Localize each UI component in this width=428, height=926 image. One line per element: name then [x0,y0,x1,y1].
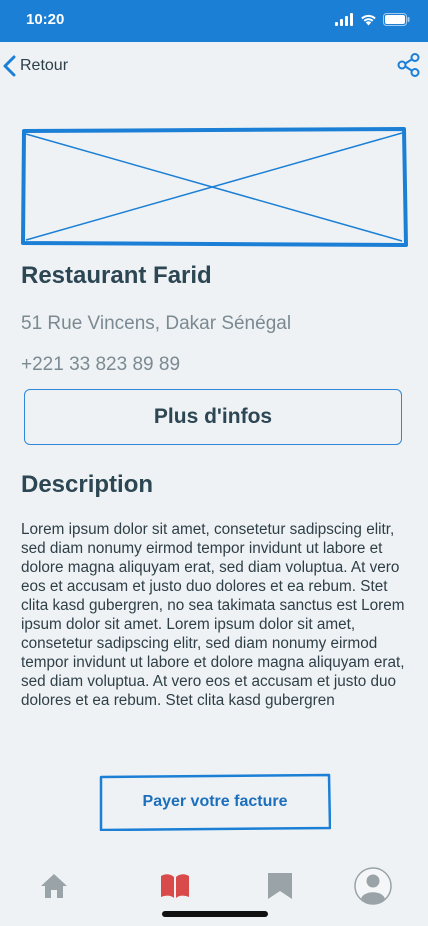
home-indicator [162,911,268,917]
pay-bill-label: Payer votre facture [142,793,288,810]
tab-profile[interactable] [353,866,393,906]
back-label: Retour [20,57,69,74]
nav-bar: Retour [0,42,428,90]
more-info-button[interactable]: Plus d'infos [24,389,402,445]
description-text: Lorem ipsum dolor sit amet, consetetur s… [21,521,405,709]
status-bar: 10:20 [0,0,428,42]
battery-icon [383,13,410,26]
restaurant-phone[interactable]: +221 33 823 89 89 [21,354,180,376]
restaurant-name: Restaurant Farid [21,262,212,289]
share-icon [397,53,420,77]
tab-home[interactable] [34,866,74,906]
restaurant-image-placeholder [20,124,408,250]
back-button[interactable]: Retour [2,54,68,78]
status-icons [335,13,410,26]
tab-bar [0,860,428,910]
status-time: 10:20 [26,11,65,28]
wifi-icon [361,14,376,26]
home-icon [41,874,67,898]
restaurant-address: 51 Rue Vincens, Dakar Sénégal [21,313,292,334]
bookmark-icon [268,873,292,899]
chevron-left-icon [3,55,16,77]
description-title: Description [21,471,154,498]
user-icon [354,867,392,905]
tab-bookmarks[interactable] [260,866,300,906]
book-icon [161,874,189,898]
pay-bill-button[interactable]: Payer votre facture [99,773,331,831]
share-button[interactable] [396,52,422,78]
tab-menu[interactable] [155,866,195,906]
signal-icon [335,13,353,26]
